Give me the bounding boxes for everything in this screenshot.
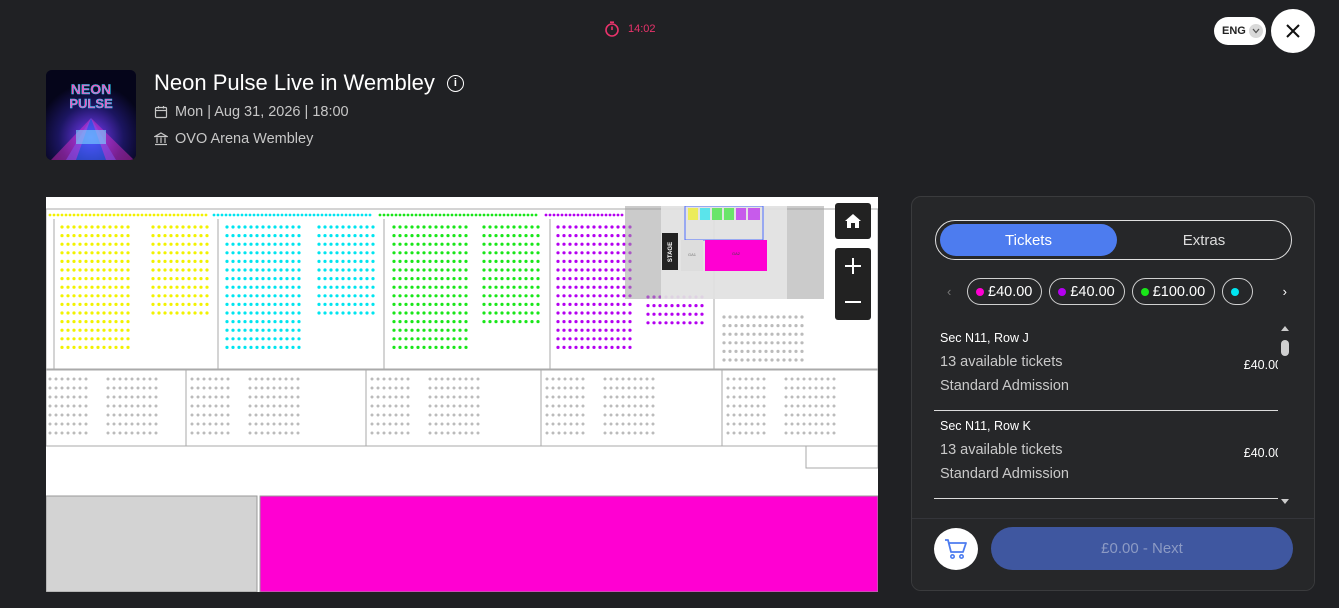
plus-icon	[845, 258, 861, 274]
scroll-up-icon[interactable]	[1281, 326, 1289, 331]
tab-extras[interactable]: Extras	[1119, 224, 1289, 256]
ticket-list: Sec N11, Row J 13 available tickets Stan…	[934, 323, 1278, 513]
minimap-ga2: GA2	[732, 251, 741, 256]
minus-icon	[845, 301, 861, 303]
event-venue: OVO Arena Wembley	[154, 131, 313, 147]
close-icon	[1286, 24, 1300, 38]
zoom-in-button[interactable]	[835, 248, 871, 284]
listing-section: Sec N11, Row K	[940, 419, 1031, 433]
map-home-button[interactable]	[835, 203, 871, 239]
scroll-thumb[interactable]	[1281, 340, 1289, 356]
venue-icon	[154, 132, 168, 146]
listing-type: Standard Admission	[940, 378, 1069, 394]
chevron-left-icon[interactable]: ‹	[947, 284, 951, 299]
cart-icon	[945, 539, 967, 559]
tab-switcher: Tickets Extras	[935, 220, 1292, 260]
color-dot	[1140, 287, 1149, 296]
minimap[interactable]: STAGE GA1 GA2	[625, 205, 824, 299]
minimap-stage-label: STAGE	[668, 242, 674, 262]
thumbnail-word-1: NEON	[71, 81, 111, 97]
event-date-text: Mon | Aug 31, 2026 | 18:00	[175, 104, 349, 120]
price-chip-label: £40.00	[988, 283, 1033, 300]
language-selector[interactable]: ENG	[1214, 17, 1266, 45]
scroll-down-icon[interactable]	[1281, 499, 1289, 504]
price-chip[interactable]: £100.00	[1131, 278, 1216, 305]
countdown-timer: 14:02	[604, 21, 656, 37]
listing-section: Sec N11, Row J	[940, 331, 1029, 345]
price-chip[interactable]: £40.00	[967, 278, 1043, 305]
listing-price: £40.00	[1243, 358, 1278, 372]
event-thumbnail: NEON PULSE	[46, 70, 136, 160]
home-icon	[845, 214, 861, 228]
price-filter-bar: ‹ £40.00 £40.00 £100.00 ›	[945, 278, 1287, 306]
zoom-out-button[interactable]	[835, 284, 871, 320]
cart-button[interactable]	[934, 528, 978, 570]
chevron-down-icon	[1248, 24, 1263, 38]
next-button[interactable]: £0.00 - Next	[991, 527, 1293, 570]
timer-text: 14:02	[628, 23, 656, 35]
thumbnail-word-2: PULSE	[69, 96, 113, 111]
color-dot	[1058, 287, 1067, 296]
timer-icon	[605, 21, 619, 37]
close-button[interactable]	[1271, 9, 1315, 53]
tab-tickets[interactable]: Tickets	[940, 224, 1117, 256]
seat-map[interactable]: STAGE GA1 GA2	[46, 197, 878, 592]
listing-type: Standard Admission	[940, 466, 1069, 482]
panel-footer: £0.00 - Next	[912, 518, 1314, 590]
chevron-right-icon[interactable]: ›	[1283, 284, 1287, 299]
color-dot	[976, 287, 984, 296]
event-venue-text: OVO Arena Wembley	[175, 131, 314, 147]
map-zoom-controls[interactable]	[835, 248, 871, 320]
event-title: Neon Pulse Live in Wembley i	[154, 70, 464, 96]
list-item[interactable]: Sec N11, Row K 13 available tickets Stan…	[934, 411, 1278, 499]
calendar-icon	[154, 106, 168, 119]
minimap-ga1: GA1	[688, 252, 697, 257]
price-chip[interactable]	[1222, 278, 1254, 305]
price-chip[interactable]: £40.00	[1049, 278, 1125, 305]
info-icon[interactable]: i	[446, 74, 464, 92]
event-date: Mon | Aug 31, 2026 | 18:00	[154, 104, 349, 120]
listing-availability: 13 available tickets	[940, 442, 1063, 458]
event-title-text: Neon Pulse Live in Wembley	[154, 70, 435, 95]
listing-availability: 13 available tickets	[940, 354, 1063, 370]
color-dot	[1231, 287, 1240, 296]
ticket-panel: Tickets Extras ‹ £40.00 £40.00 £100.00 ›…	[911, 196, 1315, 591]
language-label: ENG	[1222, 25, 1246, 37]
price-chip-label: £100.00	[1152, 283, 1206, 300]
price-chips: £40.00 £40.00 £100.00	[967, 278, 1259, 306]
listing-price: £40.00	[1243, 446, 1278, 460]
list-item[interactable]: Sec N11, Row J 13 available tickets Stan…	[934, 323, 1278, 411]
price-chip-label: £40.00	[1070, 283, 1115, 300]
list-scrollbar[interactable]	[1280, 326, 1290, 506]
